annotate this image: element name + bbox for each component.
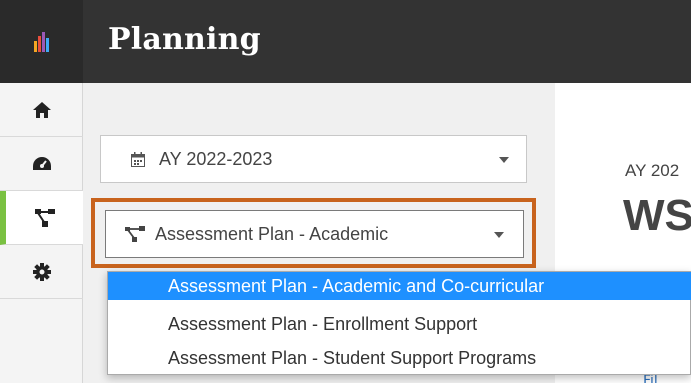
assessment-plan-dropdown: Assessment Plan - Academic and Co-curric… <box>107 271 691 375</box>
sidebar-item-planning[interactable] <box>0 191 83 245</box>
academic-year-select[interactable]: AY 2022-2023 <box>100 135 527 183</box>
app-logo[interactable] <box>0 0 83 83</box>
dropdown-option[interactable]: Assessment Plan - Student Support Progra… <box>108 344 691 372</box>
academic-year-label: AY 202 <box>625 161 680 180</box>
sitemap-icon <box>125 226 145 242</box>
sidebar-item-home[interactable] <box>0 83 83 137</box>
calendar-icon <box>131 151 145 167</box>
dropdown-option[interactable]: Assessment Plan - Academic and Co-curric… <box>108 272 691 300</box>
chevron-down-icon <box>494 232 504 238</box>
chevron-down-icon <box>499 157 509 163</box>
gear-icon <box>32 262 51 281</box>
content-heading: WS <box>623 191 691 240</box>
sitemap-icon <box>34 208 55 227</box>
page-title: Planning <box>108 22 261 57</box>
sidebar-item-dashboard[interactable] <box>0 137 83 191</box>
assessment-plan-value: Assessment Plan - Academic <box>155 223 389 244</box>
dashboard-gauge-icon <box>32 156 51 170</box>
academic-year-value: AY 2022-2023 <box>159 148 273 169</box>
assessment-plan-select[interactable]: Assessment Plan - Academic <box>105 210 524 258</box>
dropdown-option[interactable]: Assessment Plan - Enrollment Support <box>108 310 691 338</box>
home-icon <box>32 101 51 118</box>
sidebar-item-settings[interactable] <box>0 245 83 299</box>
sidebar <box>0 83 83 383</box>
bar-chart-logo-icon <box>34 32 49 52</box>
top-bar: Planning <box>0 0 691 83</box>
